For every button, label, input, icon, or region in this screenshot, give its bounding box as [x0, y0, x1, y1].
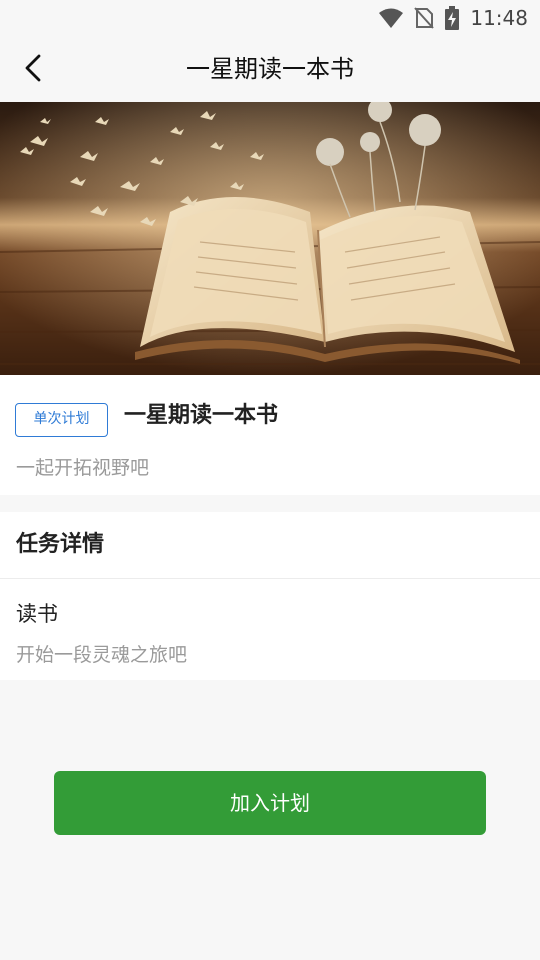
status-bar: 11:48 [0, 0, 540, 36]
divider [0, 578, 540, 579]
back-button[interactable] [10, 45, 56, 91]
task-details-header: 任务详情 [16, 532, 105, 557]
join-plan-button[interactable]: 加入计划 [54, 771, 486, 835]
task-details-card: 任务详情 读书 开始一段灵魂之旅吧 [0, 512, 540, 680]
chevron-left-icon [25, 54, 41, 82]
plan-subtitle: 一起开拓视野吧 [16, 457, 150, 479]
battery-charging-icon [444, 6, 460, 30]
task-description: 开始一段灵魂之旅吧 [16, 644, 188, 666]
plan-type-badge: 单次计划 [15, 403, 108, 437]
plan-title: 一星期读一本书 [124, 403, 279, 428]
task-name: 读书 [16, 602, 58, 626]
banner-image [0, 102, 540, 375]
wifi-icon [378, 7, 404, 29]
nav-bar: 一星期读一本书 [0, 36, 540, 102]
plan-info-card: 单次计划 一星期读一本书 一起开拓视野吧 [0, 375, 540, 495]
no-sim-icon [414, 7, 435, 29]
page-title: 一星期读一本书 [186, 55, 354, 83]
status-time: 11:48 [470, 6, 528, 30]
